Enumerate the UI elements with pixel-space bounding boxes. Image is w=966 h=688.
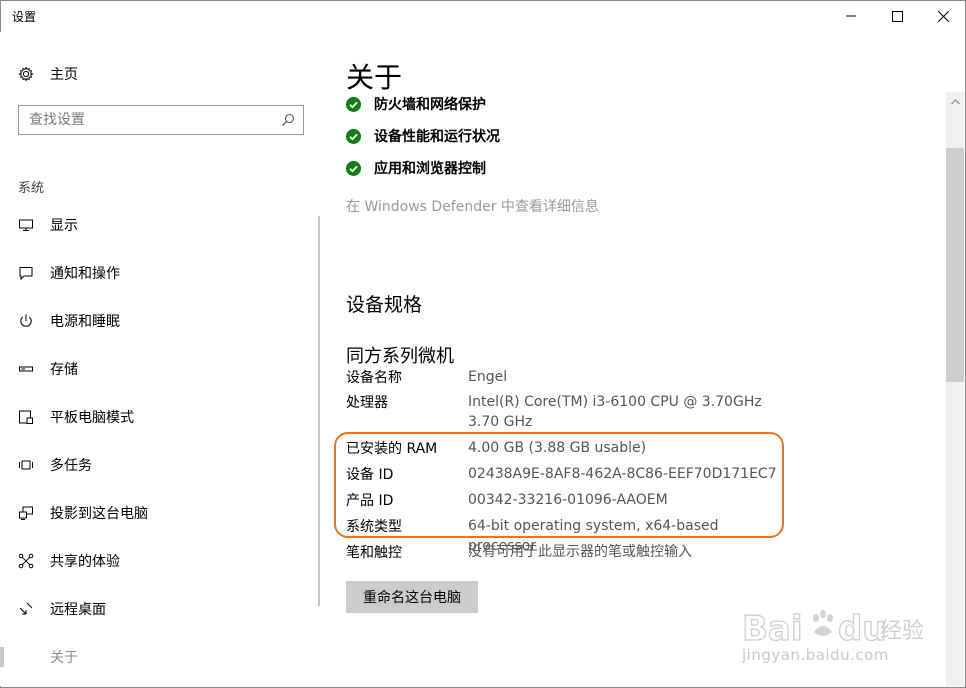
- sidebar-item-multitasking[interactable]: 多任务: [0, 445, 310, 485]
- svg-text:经验: 经验: [880, 619, 924, 644]
- watermark-url: jingyan.baidu.com: [742, 646, 889, 664]
- sidebar-item-label: 共享的体验: [50, 554, 120, 570]
- sidebar-item-notifications[interactable]: 通知和操作: [0, 253, 310, 293]
- device-spec-heading: 设备规格: [346, 294, 423, 316]
- search-box[interactable]: [18, 105, 304, 135]
- sidebar-item-label: 投影到这台电脑: [50, 506, 148, 522]
- section-label-system: 系统: [18, 181, 45, 196]
- spec-key: 笔和触控: [346, 545, 402, 561]
- title-bar: 设置: [0, 0, 966, 32]
- check-circle-icon: [346, 128, 361, 144]
- search-input[interactable]: [29, 111, 269, 129]
- sidebar-item-label: 电源和睡眠: [50, 314, 120, 330]
- sidebar-item-label: 存储: [50, 362, 78, 378]
- storage-icon: [19, 366, 33, 372]
- scrollbar-thumb[interactable]: [946, 148, 964, 382]
- sidebar: 主页 系统 显示 通知和操作 电源和睡眠 存储 平板电脑模式 多任务 投影到这台…: [0, 32, 322, 686]
- sidebar-item-label: 通知和操作: [50, 266, 120, 282]
- sidebar-item-label: 显示: [50, 218, 78, 234]
- security-item-device-health: 设备性能和运行状况: [346, 125, 500, 147]
- page-title: 关于: [346, 61, 403, 94]
- main-content: 关于 防火墙和网络保护 设备性能和运行状况 应用和浏览器控制 在 Windows…: [322, 32, 944, 686]
- check-circle-icon: [346, 160, 361, 176]
- sidebar-item-label: 多任务: [50, 458, 92, 474]
- window-title: 设置: [12, 10, 37, 24]
- multitasking-icon: [19, 460, 33, 470]
- security-item-label: 防火墙和网络保护: [374, 97, 486, 113]
- minimize-button[interactable]: [828, 0, 874, 32]
- spec-value: 没有可用于此显示器的笔或触控输入: [468, 544, 692, 560]
- shared-experience-icon: [18, 553, 34, 569]
- highlight-annotation: [334, 432, 784, 538]
- spec-row-device-name: 设备名称 Engel: [346, 367, 786, 387]
- sidebar-item-label: 远程桌面: [50, 602, 106, 618]
- spec-value: Intel(R) Core(TM) i3-6100 CPU @ 3.70GHz …: [468, 394, 762, 430]
- gear-icon: [18, 66, 34, 82]
- minimize-icon: [846, 15, 856, 17]
- sidebar-item-shared-experience[interactable]: 共享的体验: [0, 541, 310, 581]
- sidebar-item-about[interactable]: 关于: [0, 637, 310, 677]
- monitor-icon: [19, 219, 33, 231]
- defender-details-link[interactable]: 在 Windows Defender 中查看详细信息: [346, 196, 599, 216]
- sidebar-item-label: 平板电脑模式: [50, 410, 134, 426]
- security-item-label: 设备性能和运行状况: [374, 129, 500, 145]
- maximize-button[interactable]: [874, 0, 920, 32]
- close-button[interactable]: [920, 0, 966, 32]
- active-indicator: [0, 647, 4, 667]
- tablet-mode-icon: [19, 410, 33, 424]
- home-label: 主页: [50, 67, 78, 83]
- sidebar-item-label: 关于: [50, 650, 78, 666]
- spec-row-pen-touch: 笔和触控 没有可用于此显示器的笔或触控输入: [346, 542, 786, 562]
- rename-pc-button[interactable]: 重命名这台电脑: [346, 581, 478, 613]
- check-circle-icon: [346, 96, 361, 112]
- spec-key: 设备名称: [346, 370, 402, 386]
- remote-desktop-icon: [19, 602, 33, 615]
- security-item-firewall: 防火墙和网络保护: [346, 93, 486, 115]
- info-icon: [18, 649, 34, 665]
- security-item-app-browser: 应用和浏览器控制: [346, 157, 486, 179]
- sidebar-item-remote-desktop[interactable]: 远程桌面: [0, 589, 310, 629]
- spec-row-processor: 处理器 Intel(R) Core(TM) i3-6100 CPU @ 3.70…: [346, 392, 786, 432]
- sidebar-item-storage[interactable]: 存储: [0, 349, 310, 389]
- sidebar-item-power[interactable]: 电源和睡眠: [0, 301, 310, 341]
- spec-value: Engel: [468, 369, 508, 385]
- notification-icon: [19, 267, 33, 281]
- security-item-label: 应用和浏览器控制: [374, 161, 486, 177]
- maximize-icon: [891, 10, 903, 22]
- pane-divider: [318, 216, 320, 606]
- power-icon: [20, 314, 32, 327]
- svg-text:Bai: Bai: [742, 609, 803, 649]
- sidebar-item-project[interactable]: 投影到这台电脑: [0, 493, 310, 533]
- chevron-up-icon: [950, 99, 960, 105]
- spec-key: 处理器: [346, 395, 388, 411]
- sidebar-item-tablet-mode[interactable]: 平板电脑模式: [0, 397, 310, 437]
- home-link[interactable]: 主页: [18, 64, 78, 84]
- sidebar-item-display[interactable]: 显示: [0, 205, 310, 245]
- device-model-name: 同方系列微机: [346, 346, 454, 367]
- scroll-up-button[interactable]: [946, 96, 964, 108]
- project-icon: [19, 506, 33, 520]
- search-icon[interactable]: [281, 113, 295, 127]
- close-icon: [937, 10, 949, 22]
